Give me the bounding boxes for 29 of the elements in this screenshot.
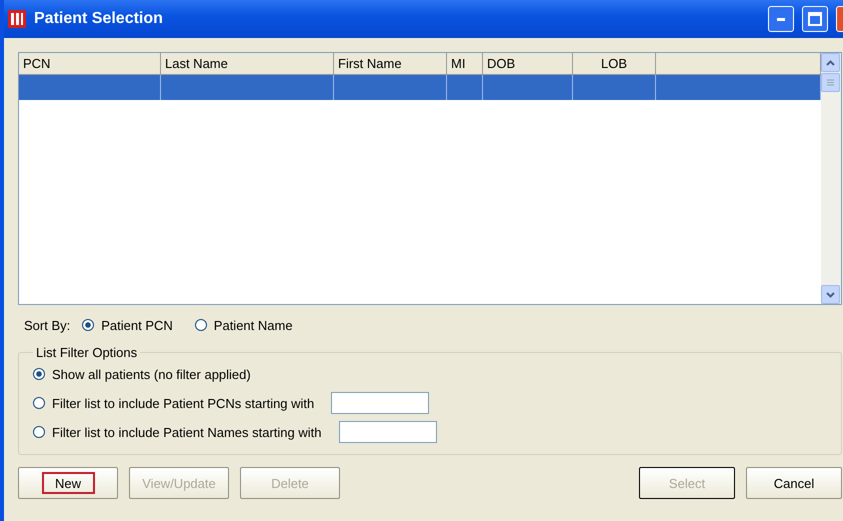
input-field[interactable] (331, 392, 430, 414)
column-header[interactable]: DOB (483, 53, 573, 75)
scroll-thumb-icon[interactable] (827, 79, 834, 86)
radio-label[interactable]: Patient PCN (101, 318, 173, 332)
app-icon (8, 10, 26, 28)
radio-label[interactable]: Filter list to include Patient PCNs starting with (52, 396, 314, 410)
column-header[interactable]: Last Name (161, 53, 334, 75)
column-header[interactable]: First Name (334, 53, 447, 75)
radio-button[interactable] (194, 319, 207, 331)
column-header[interactable]: LOB (573, 53, 656, 75)
highlight-frame (42, 472, 95, 494)
radio-button[interactable] (33, 397, 45, 409)
radio-label[interactable]: Patient Name (214, 318, 293, 332)
radio-label[interactable]: Show all patients (no filter applied) (52, 366, 251, 382)
dialog-button[interactable]: Cancel (746, 467, 842, 499)
radio-button[interactable] (82, 319, 94, 331)
radio-button[interactable] (33, 368, 45, 380)
scrollbar[interactable] (821, 53, 841, 304)
sort-by-label: Sort By: (24, 318, 70, 332)
column-header[interactable]: PCN (19, 53, 161, 75)
maximize-icon[interactable] (802, 6, 828, 32)
group-title: List Filter Options (35, 345, 138, 360)
input-field[interactable] (338, 421, 436, 443)
radio-label[interactable]: Filter list to include Patient Names starting with (52, 424, 322, 440)
minimize-icon[interactable] (768, 6, 794, 32)
window-title: Patient Selection (34, 10, 164, 28)
radio-button[interactable] (33, 426, 45, 438)
dialog-button[interactable]: New (18, 467, 118, 499)
column-header[interactable]: MI (447, 53, 483, 75)
